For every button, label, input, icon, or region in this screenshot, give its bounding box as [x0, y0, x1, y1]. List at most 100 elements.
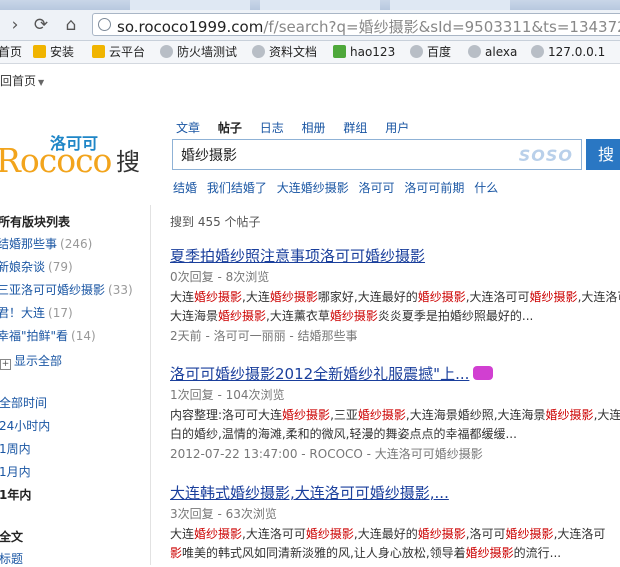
new-badge-icon: [473, 366, 494, 380]
keyword-highlight: 婚纱摄影: [417, 290, 466, 304]
board-filter-item[interactable]: 新娘杂谈 (79): [0, 258, 73, 275]
browser-nav-bar: › ⟳ ⌂ so.rococo1999.com/f/search?q=婚纱摄影&…: [0, 10, 620, 41]
expand-icon: +: [0, 359, 11, 370]
browser-tab-strip: [0, 0, 620, 10]
tab-logs[interactable]: 日志: [260, 119, 284, 136]
result-footer: 2012-07-22 13:47:00 - ROCOCO - 大连洛可可婚纱摄影: [170, 447, 483, 461]
suggestion-link[interactable]: 洛可可前期: [404, 179, 464, 196]
keyword-highlight: 婚纱摄影: [305, 527, 354, 541]
search-result: 洛可可婚纱摄影2012全新婚纱礼服震撼"上... 1次回复 - 104次浏览 内…: [170, 365, 620, 462]
search-button[interactable]: 搜: [586, 139, 620, 170]
keyword-highlight: 婚纱摄影: [282, 408, 331, 422]
suggestion-link[interactable]: 结婚: [173, 179, 197, 196]
tab-users[interactable]: 用户: [385, 119, 409, 136]
bookmark-item[interactable]: 资料文档: [252, 44, 317, 60]
keyword-highlight: 婚纱摄影: [329, 309, 378, 323]
result-title-link[interactable]: 夏季拍婚纱照注意事项洛可可婚纱摄影: [170, 247, 620, 265]
result-snippet: 白的婚纱,温情的海滩,柔和的微风,轻漫的舞姿点点的幸福都缓缓...: [170, 427, 517, 441]
sort-fulltext[interactable]: 全文: [0, 528, 23, 545]
result-snippet: 影唯美的韩式风如同清新淡雅的风,让人身心放松,领导着婚纱摄影的流行...: [170, 546, 562, 560]
tab-albums[interactable]: 相册: [302, 119, 326, 136]
home-link[interactable]: 回首页 ▼: [0, 72, 44, 89]
result-meta: 0次回复 - 8次浏览: [170, 270, 270, 284]
result-title-link[interactable]: 大连韩式婚纱摄影,大连洛可可婚纱摄影,...: [170, 484, 620, 502]
browser-tab[interactable]: [390, 0, 510, 10]
keyword-highlight: 婚纱摄影: [465, 546, 514, 560]
time-filter-week[interactable]: 1周内: [0, 440, 31, 457]
search-input[interactable]: [181, 145, 511, 165]
time-filter-year[interactable]: 1年内: [0, 486, 31, 503]
tab-articles[interactable]: 文章: [176, 119, 200, 136]
keyword-highlight: 婚纱摄影: [545, 408, 594, 422]
suggestion-link[interactable]: 大连婚纱摄影: [277, 179, 349, 196]
suggestion-link[interactable]: 什么: [474, 179, 498, 196]
soso-watermark: SOSO: [518, 146, 573, 165]
address-bar[interactable]: so.rococo1999.com/f/search?q=婚纱摄影&sId=95…: [92, 13, 620, 36]
bookmark-star-icon: [92, 45, 105, 58]
keyword-highlight: 婚纱摄影: [269, 290, 318, 304]
search-type-tabs: 文章 帖子 日志 相册 群组 用户: [176, 119, 423, 136]
hao123-icon: [333, 45, 346, 58]
search-box: SOSO: [172, 139, 582, 170]
board-filter-item[interactable]: 幸福"拍鲜"看 (14): [0, 327, 96, 344]
bookmark-star-icon: [33, 45, 46, 58]
tab-groups[interactable]: 群组: [343, 119, 367, 136]
site-logo[interactable]: 洛可可 Rococo: [0, 127, 112, 180]
result-snippet: 大连婚纱摄影,大连洛可可婚纱摄影,大连最好的婚纱摄影,洛可可婚纱摄影,大连洛可: [170, 527, 606, 541]
bookmark-item[interactable]: 防火墙测试: [160, 44, 237, 60]
keyword-highlight: 婚纱摄影: [194, 290, 243, 304]
time-filter-month[interactable]: 1月内: [0, 463, 31, 480]
board-filter-item[interactable]: 君！大连 (17): [0, 304, 73, 321]
sort-title[interactable]: 标题: [0, 550, 23, 567]
keyword-highlight: 婚纱摄影: [505, 527, 554, 541]
bookmark-item[interactable]: hao123: [333, 44, 395, 60]
keyword-highlight: 婚纱摄影: [194, 527, 243, 541]
related-searches: 结婚 我们结婚了 大连婚纱摄影 洛可可 洛可可前期 什么: [173, 179, 504, 196]
suggestion-link[interactable]: 洛可可: [359, 179, 395, 196]
globe-icon: [531, 45, 544, 58]
keyword-highlight: 婚纱摄影: [417, 527, 466, 541]
bookmark-item[interactable]: 安装: [33, 44, 74, 60]
keyword-highlight: 影: [170, 546, 183, 560]
filter-sidebar: 所有版块列表 结婚那些事 (246) 新娘杂谈 (79) 三亚洛可可婚纱摄影 (33)…: [0, 205, 151, 567]
reload-icon[interactable]: ⟳: [30, 14, 52, 36]
browser-tab[interactable]: [260, 0, 380, 10]
tab-posts[interactable]: 帖子: [218, 119, 242, 136]
chevron-down-icon: ▼: [38, 78, 45, 87]
keyword-highlight: 婚纱摄影: [357, 408, 406, 422]
board-filter-item[interactable]: 结婚那些事 (246): [0, 235, 92, 252]
globe-icon: [468, 45, 481, 58]
bookmark-item[interactable]: 127.0.0.1: [531, 44, 605, 60]
globe-icon: [160, 45, 173, 58]
globe-icon: [252, 45, 265, 58]
keyword-highlight: 婚纱摄影: [529, 290, 578, 304]
bookmark-item[interactable]: 百度: [410, 44, 451, 60]
forward-arrow-icon[interactable]: ›: [4, 14, 26, 36]
results-count: 搜到 455 个帖子: [170, 215, 261, 229]
result-footer: 2天前 - 洛可可一丽丽 - 结婚那些事: [170, 329, 358, 343]
show-all-boards-link[interactable]: + 显示全部: [0, 352, 62, 370]
result-snippet: 内容整理:洛可可大连婚纱摄影,三亚婚纱摄影,大连海景婚纱照,大连海景婚纱摄影,大…: [170, 408, 620, 422]
keyword-highlight: 婚纱摄影: [218, 309, 267, 323]
bookmark-item[interactable]: 首页: [0, 44, 22, 60]
board-list-title: 所有版块列表: [0, 215, 71, 229]
bookmark-item[interactable]: 云平台: [92, 44, 145, 60]
result-snippet: 大连海景婚纱摄影,大连薰衣草婚纱摄影炎炎夏季是拍婚纱照最好的...: [170, 309, 534, 323]
globe-icon: [410, 45, 423, 58]
time-filter-24h[interactable]: 24小时内: [0, 417, 50, 434]
bookmarks-bar: 首页 安装 云平台 防火墙测试 资料文档 hao123 百度 alexa 127…: [0, 41, 620, 64]
board-filter-item[interactable]: 三亚洛可可婚纱摄影 (33): [0, 281, 133, 298]
suggestion-link[interactable]: 我们结婚了: [207, 179, 267, 196]
search-result: 大连韩式婚纱摄影,大连洛可可婚纱摄影,... 3次回复 - 63次浏览 大连婚纱…: [170, 484, 620, 562]
bookmark-item[interactable]: alexa: [468, 44, 517, 60]
result-meta: 1次回复 - 104次浏览: [170, 388, 285, 402]
globe-icon: [98, 18, 111, 31]
result-snippet: 大连婚纱摄影,大连婚纱摄影哪家好,大连最好的婚纱摄影,大连洛可可婚纱摄影,大连洛…: [170, 290, 620, 304]
url-text: so.rococo1999.com/f/search?q=婚纱摄影&sId=95…: [117, 18, 620, 36]
home-icon[interactable]: ⌂: [60, 14, 82, 36]
browser-tab[interactable]: [130, 0, 250, 10]
search-result: 夏季拍婚纱照注意事项洛可可婚纱摄影 0次回复 - 8次浏览 大连婚纱摄影,大连婚…: [170, 247, 620, 344]
time-filter-all[interactable]: 全部时间: [0, 394, 47, 411]
result-meta: 3次回复 - 63次浏览: [170, 507, 277, 521]
result-title-link[interactable]: 洛可可婚纱摄影2012全新婚纱礼服震撼"上...: [170, 365, 620, 383]
